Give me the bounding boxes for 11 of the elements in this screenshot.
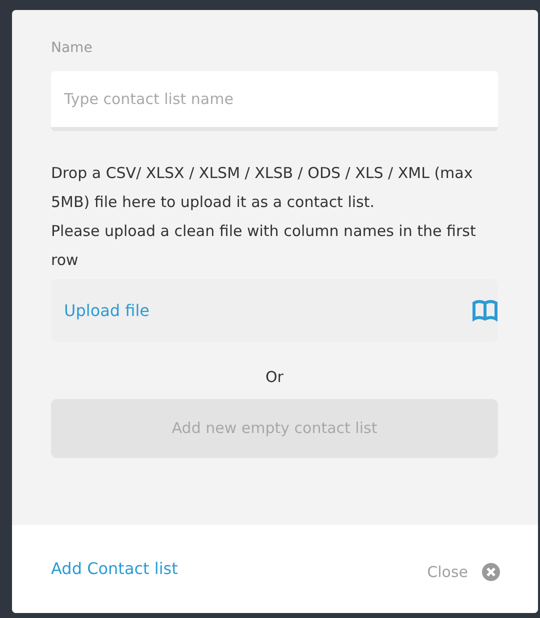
close-button[interactable]: Close <box>427 560 500 584</box>
input-field[interactable]: Type contact list name <box>51 71 498 131</box>
close-icon <box>482 563 500 581</box>
instruction-text: Please upload a clean file with column names in the first row <box>51 221 477 271</box>
instruction-text: Drop a CSV/ XLSX / XLSM / XLSB / ODS / XLS / XML (max 5MB) file here to upload it as a contact list. <box>51 163 474 213</box>
upload-link[interactable]: Upload file <box>64 298 150 322</box>
book-icon <box>472 298 498 322</box>
field-label: Name <box>51 39 94 58</box>
upload-area[interactable]: Upload file <box>51 279 498 342</box>
separator-text: Or <box>264 367 284 388</box>
add-contact-list-link[interactable]: Add Contact list <box>51 557 178 581</box>
